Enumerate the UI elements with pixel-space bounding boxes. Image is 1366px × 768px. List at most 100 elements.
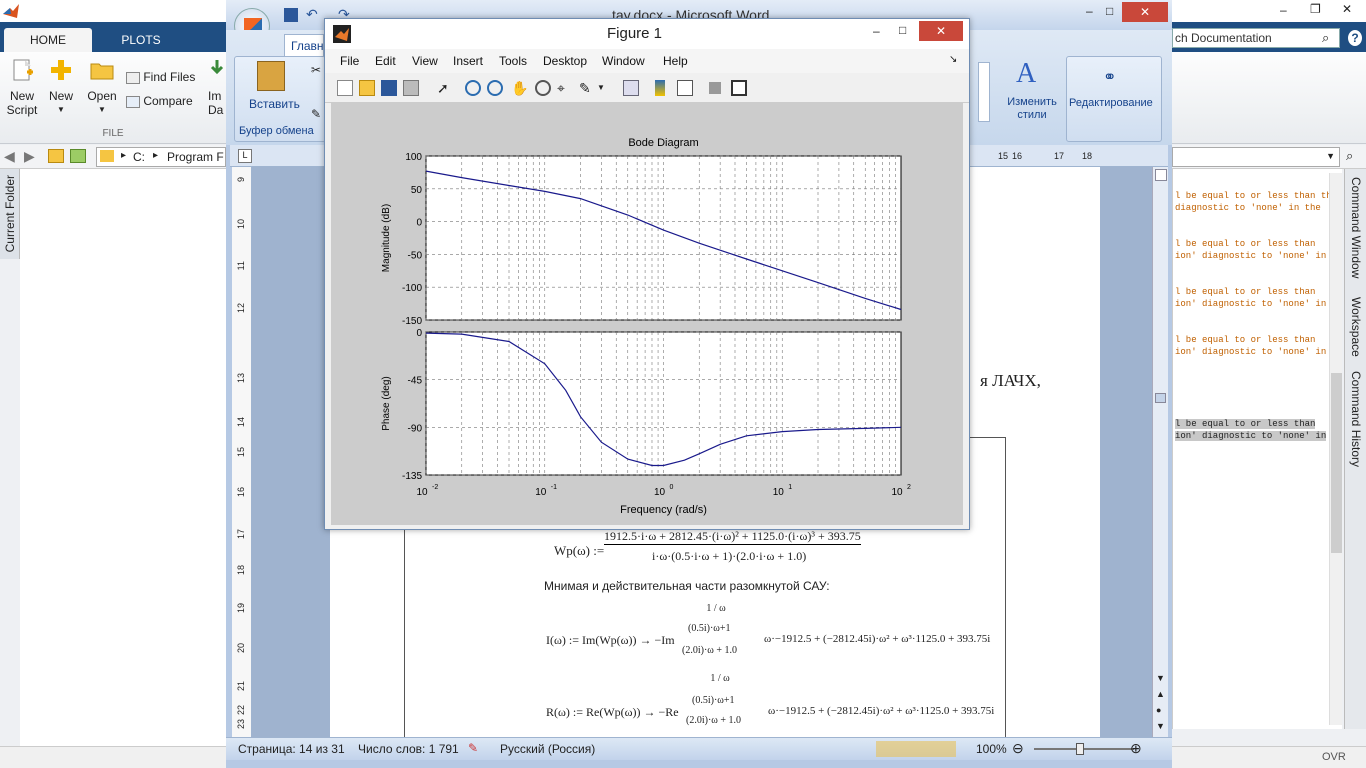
- new-button[interactable]: New ▼: [44, 58, 78, 117]
- command-window[interactable]: l be equal to or less than this diagnost…: [1172, 169, 1342, 729]
- minimize-icon[interactable]: –: [1086, 4, 1093, 18]
- change-styles-button[interactable]: Изменить стили: [1000, 96, 1064, 122]
- link-plot-icon[interactable]: [623, 80, 639, 96]
- open-button[interactable]: Open ▼: [84, 58, 120, 117]
- close-button[interactable]: ✕: [919, 21, 963, 41]
- menu-insert[interactable]: Insert: [453, 54, 483, 68]
- tab-command-history[interactable]: Command History: [1349, 371, 1363, 467]
- select-browse-object-icon[interactable]: ●: [1156, 705, 1161, 715]
- open-file-icon[interactable]: [359, 80, 375, 96]
- clipboard-group: Вставить ✂ ✎ Буфер обмена: [234, 56, 326, 142]
- zoom-in-icon[interactable]: ⊕: [1130, 740, 1142, 757]
- previous-page-icon[interactable]: ▲: [1156, 689, 1165, 699]
- word-count[interactable]: Число слов: 1 791: [358, 742, 459, 756]
- show-plot-tools-icon[interactable]: [731, 80, 747, 96]
- compare-button[interactable]: Compare: [126, 94, 193, 108]
- path-segment[interactable]: C:: [133, 150, 145, 164]
- tab-workspace[interactable]: Workspace: [1349, 297, 1363, 357]
- rotate-3d-icon[interactable]: [535, 80, 551, 96]
- zoom-in-icon[interactable]: [465, 80, 481, 96]
- format-painter-icon[interactable]: ✎: [311, 107, 321, 121]
- minimize-icon[interactable]: –: [873, 24, 880, 38]
- scrollbar-thumb[interactable]: [1331, 373, 1342, 553]
- y-tick-label: -45: [408, 376, 423, 387]
- language-indicator[interactable]: Русский (Россия): [500, 742, 595, 756]
- up-folder-icon[interactable]: [48, 149, 64, 163]
- paste-icon[interactable]: [257, 61, 285, 91]
- y-tick-label: -100: [402, 283, 422, 294]
- right-side-tabs: Command Window Workspace Command History: [1344, 169, 1366, 729]
- save-figure-icon[interactable]: [381, 80, 397, 96]
- menu-help[interactable]: Help: [663, 54, 688, 68]
- zoom-out-icon[interactable]: [487, 80, 503, 96]
- tab-home-word[interactable]: Главна: [284, 34, 324, 56]
- matlab-ribbon-tabs: HOME PLOTS: [0, 22, 226, 52]
- dock-arrow-icon[interactable]: ↘: [949, 54, 957, 65]
- zoom-level[interactable]: 100%: [976, 742, 1007, 756]
- pan-icon[interactable]: ✋: [511, 80, 528, 96]
- search-icon[interactable]: ⌕: [1322, 30, 1329, 46]
- scroll-down-icon[interactable]: ▼: [1156, 673, 1165, 683]
- close-button[interactable]: ✕: [1122, 2, 1168, 22]
- menu-view[interactable]: View: [412, 54, 438, 68]
- new-script-button[interactable]: New Script: [4, 58, 40, 117]
- tab-plots[interactable]: PLOTS: [96, 28, 186, 52]
- menu-window[interactable]: Window: [602, 54, 645, 68]
- menu-tools[interactable]: Tools: [499, 54, 527, 68]
- restore-icon[interactable]: ❐: [1310, 2, 1321, 16]
- bode-chart[interactable]: Bode Diagram100500-50-100-150Magnitude (…: [331, 103, 963, 525]
- zoom-slider-thumb[interactable]: [1076, 743, 1084, 755]
- save-icon[interactable]: [284, 8, 298, 22]
- ruler-mark: 12: [236, 303, 246, 314]
- menu-file[interactable]: File: [340, 54, 359, 68]
- path-dropdown[interactable]: ▼: [1172, 147, 1340, 167]
- tab-selector[interactable]: L: [238, 149, 252, 163]
- zoom-slider[interactable]: [1034, 743, 1134, 755]
- find-files-button[interactable]: Find Files: [126, 70, 195, 84]
- cut-icon[interactable]: ✂: [311, 63, 321, 77]
- tab-home[interactable]: HOME: [4, 28, 92, 52]
- styles-scroll[interactable]: [978, 62, 990, 122]
- back-arrow-icon[interactable]: ◀: [4, 148, 15, 165]
- menu-desktop[interactable]: Desktop: [543, 54, 587, 68]
- paste-button[interactable]: Вставить: [249, 97, 300, 111]
- hide-plot-tools-icon[interactable]: [709, 82, 721, 94]
- browse-folder-icon[interactable]: [70, 149, 86, 163]
- undo-icon[interactable]: ↶: [306, 6, 318, 23]
- restore-icon[interactable]: □: [1106, 4, 1113, 18]
- minimize-icon[interactable]: –: [1280, 3, 1287, 17]
- next-page-icon[interactable]: ▼: [1156, 721, 1165, 731]
- new-figure-icon[interactable]: [337, 80, 353, 96]
- brush-icon[interactable]: ✎: [579, 80, 595, 96]
- scrollbar-thumb[interactable]: [1155, 393, 1166, 403]
- edit-plot-arrow-icon[interactable]: ➚: [437, 80, 453, 96]
- editing-button[interactable]: Редактирование: [1069, 97, 1153, 109]
- chevron-down-icon[interactable]: ▼: [597, 80, 605, 96]
- forward-arrow-icon[interactable]: ▶: [24, 148, 35, 165]
- spelling-check-icon[interactable]: ✎: [468, 741, 478, 755]
- legend-icon[interactable]: [677, 80, 693, 96]
- x-axis-label: Frequency (rad/s): [620, 504, 707, 516]
- page-indicator[interactable]: Страница: 14 из 31: [238, 742, 345, 756]
- maximize-icon[interactable]: □: [899, 23, 906, 37]
- tab-command-window[interactable]: Command Window: [1349, 177, 1363, 278]
- y-axis-label: Magnitude (dB): [381, 204, 392, 272]
- help-icon[interactable]: ?: [1348, 30, 1362, 46]
- command-window-scrollbar[interactable]: [1329, 173, 1342, 725]
- plus-icon: [51, 60, 71, 80]
- browse-icon[interactable]: ⌕: [1346, 148, 1353, 164]
- word-vertical-scrollbar[interactable]: ▼ ▲ ● ▼: [1152, 167, 1168, 737]
- view-ruler-icon[interactable]: [1155, 169, 1167, 181]
- search-documentation-input[interactable]: ch Documentation: [1172, 28, 1340, 48]
- data-cursor-icon[interactable]: ⌖: [557, 80, 573, 96]
- colorbar-icon[interactable]: [655, 80, 665, 96]
- path-segment[interactable]: Program F: [167, 150, 224, 164]
- close-icon[interactable]: ✕: [1342, 2, 1352, 16]
- print-icon[interactable]: [403, 80, 419, 96]
- menu-edit[interactable]: Edit: [375, 54, 396, 68]
- address-bar[interactable]: ▸ C: ▸ Program F: [96, 147, 226, 167]
- view-buttons[interactable]: [876, 741, 956, 757]
- import-data-button[interactable]: Im Da: [208, 58, 226, 117]
- zoom-out-icon[interactable]: ⊖: [1012, 740, 1024, 757]
- current-folder-side-tab[interactable]: Current Folder: [0, 169, 20, 259]
